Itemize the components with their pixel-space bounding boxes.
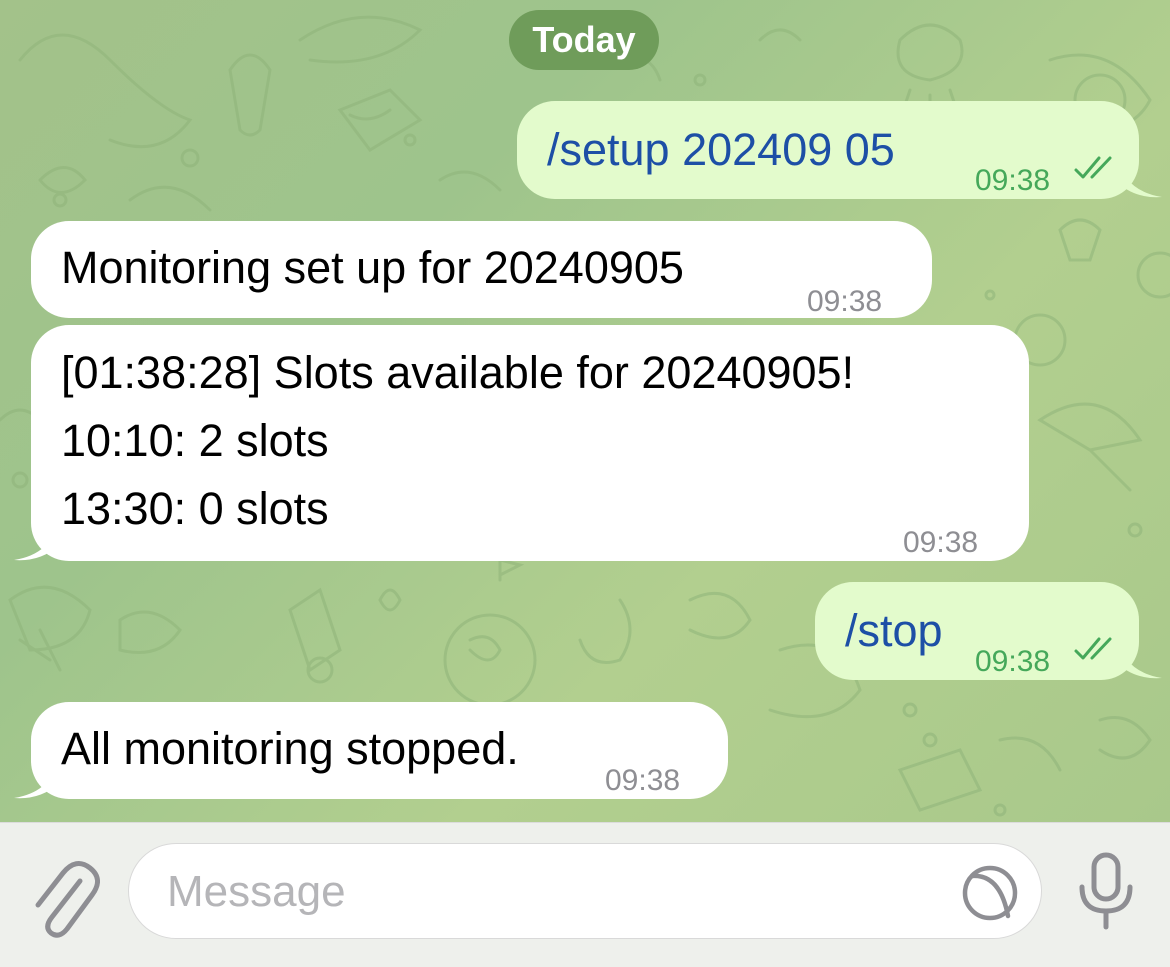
message-time: 09:38 (605, 764, 681, 797)
bubble-tail (14, 520, 58, 561)
outgoing-message[interactable]: /stop 09:38 (815, 582, 1139, 680)
date-separator-label: Today (532, 19, 636, 60)
message-time: 09:38 (903, 526, 979, 559)
outgoing-message[interactable]: /setup 202409 05 09:38 (517, 101, 1139, 199)
double-check-icon (1074, 637, 1112, 660)
bubble-tail (1118, 157, 1162, 198)
date-separator: Today (509, 10, 659, 70)
message-text-line: [01:38:28] Slots available for 20240905! (61, 347, 855, 398)
message-text: /setup 202409 05 (547, 124, 895, 175)
sticker-icon[interactable] (961, 864, 1019, 922)
double-check-icon (1074, 156, 1112, 179)
message-time: 09:38 (975, 164, 1051, 197)
incoming-message[interactable]: [01:38:28] Slots available for 20240905!… (31, 325, 1029, 561)
message-input[interactable] (167, 862, 947, 922)
message-input-container[interactable] (128, 843, 1042, 939)
microphone-icon[interactable] (1074, 851, 1138, 931)
message-text: /stop (845, 605, 943, 656)
message-text: Monitoring set up for 20240905 (61, 242, 684, 293)
paperclip-icon[interactable] (30, 853, 100, 943)
message-text-line: 13:30: 0 slots (61, 483, 329, 534)
incoming-message[interactable]: All monitoring stopped. 09:38 (31, 702, 728, 799)
chat-area[interactable]: Today /setup 202409 05 09:38 Monitoring … (0, 0, 1170, 822)
bubble-tail (14, 758, 58, 799)
message-composer (0, 822, 1170, 967)
message-time: 09:38 (975, 645, 1051, 678)
incoming-message[interactable]: Monitoring set up for 20240905 09:38 (31, 221, 932, 318)
message-text: All monitoring stopped. (61, 723, 519, 774)
bubble-tail (1118, 638, 1162, 679)
message-text-line: 10:10: 2 slots (61, 415, 329, 466)
